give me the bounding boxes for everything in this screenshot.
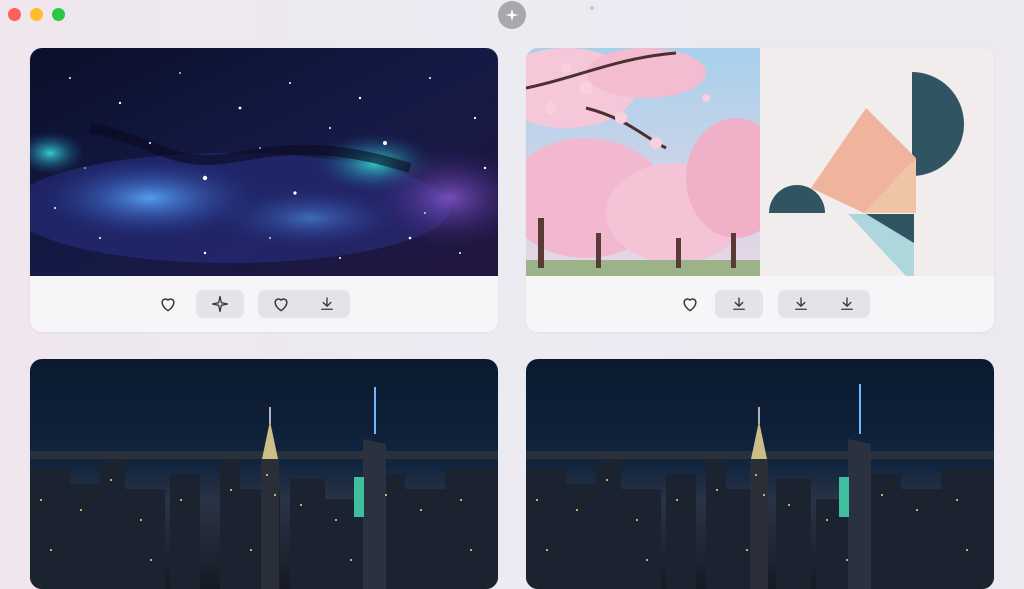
- like-button[interactable]: [144, 290, 192, 318]
- image-card-city-2[interactable]: [526, 359, 994, 589]
- zoom-window-button[interactable]: [52, 8, 65, 21]
- download-icon: [321, 297, 333, 310]
- download-icon: [733, 297, 745, 310]
- image-card-blossom[interactable]: [526, 48, 994, 332]
- like-button-secondary[interactable]: [258, 290, 304, 318]
- action-group: [258, 290, 350, 318]
- city-skyline-image: [526, 359, 994, 589]
- minimize-window-button[interactable]: [30, 8, 43, 21]
- download-button-secondary[interactable]: [778, 290, 824, 318]
- like-button[interactable]: [666, 290, 714, 318]
- download-button-tertiary[interactable]: [824, 290, 870, 318]
- heart-icon: [161, 298, 175, 312]
- heart-icon: [683, 298, 697, 312]
- small-sparkle-icon: [588, 4, 596, 12]
- close-window-button[interactable]: [8, 8, 21, 21]
- card-actions: [526, 276, 994, 332]
- download-group: [778, 290, 870, 318]
- image-card-galaxy[interactable]: [30, 48, 498, 332]
- download-button[interactable]: [304, 290, 350, 318]
- city-skyline-image: [30, 359, 498, 589]
- heart-icon: [274, 298, 288, 312]
- blossom-geometric-image: [526, 48, 994, 276]
- download-icon: [795, 297, 807, 310]
- galaxy-image: [30, 48, 498, 276]
- card-actions: [30, 276, 498, 332]
- title-bar: [0, 0, 1024, 30]
- download-icon: [841, 297, 853, 310]
- sparkle-icon: [211, 295, 229, 313]
- download-button[interactable]: [715, 290, 763, 318]
- image-card-city[interactable]: [30, 359, 498, 589]
- app-sparkle-button[interactable]: [498, 1, 526, 29]
- enhance-button[interactable]: [196, 290, 244, 318]
- sparkle-icon: [505, 8, 519, 22]
